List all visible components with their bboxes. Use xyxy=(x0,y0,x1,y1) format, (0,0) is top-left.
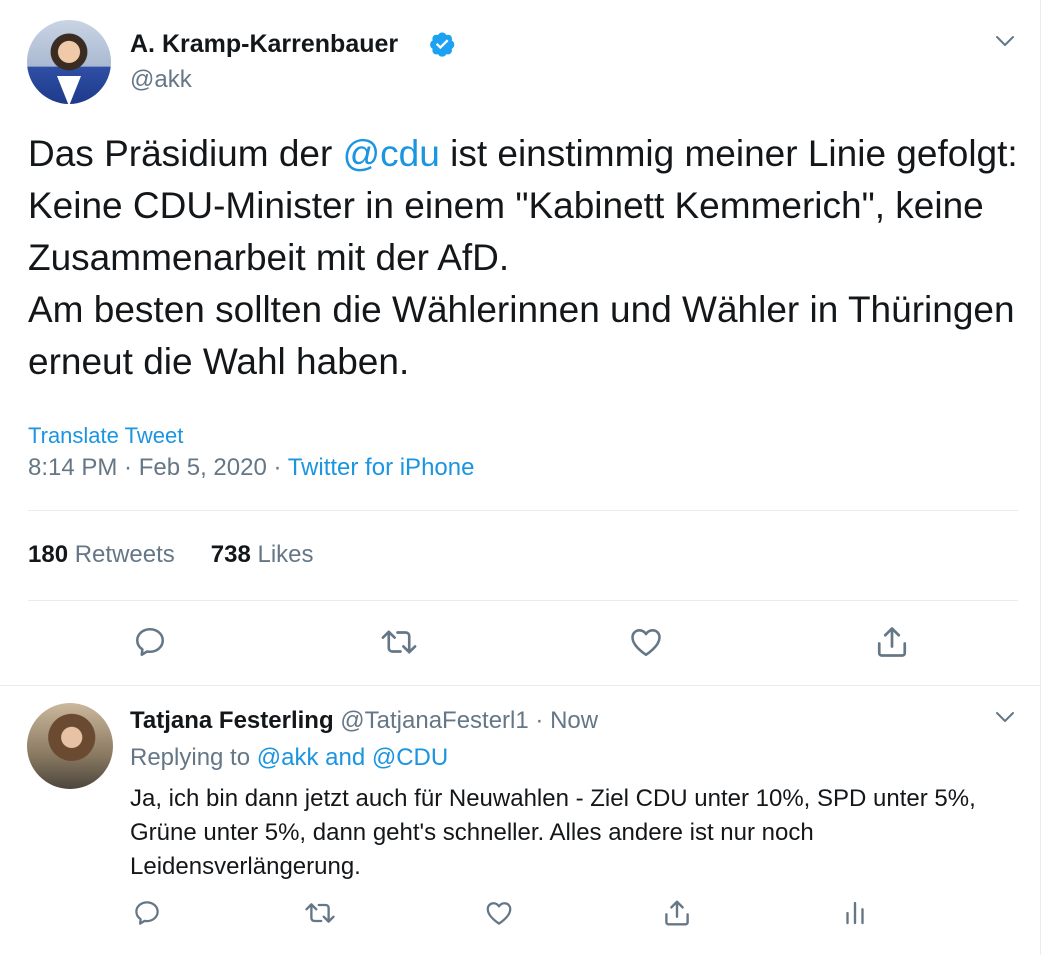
tweet-text-part: Am besten sollten die Wählerinnen und Wä… xyxy=(28,289,1015,382)
timestamp[interactable]: 8:14 PM · Feb 5, 2020 · xyxy=(28,454,288,481)
reply-time[interactable]: · Now xyxy=(529,707,598,734)
retweets-label: Retweets xyxy=(74,541,175,568)
likes-count: 738 xyxy=(210,541,251,568)
mention-link[interactable]: @CDU xyxy=(372,744,448,771)
divider xyxy=(28,600,1018,601)
reply-button[interactable] xyxy=(132,898,162,928)
retweets-stat[interactable]: 180 Retweets xyxy=(28,541,175,568)
replying-and: and xyxy=(318,744,372,771)
reply-icon xyxy=(135,627,165,657)
verified-badge-icon xyxy=(430,32,455,57)
reply-button[interactable] xyxy=(132,624,168,660)
share-icon xyxy=(877,627,907,657)
share-button[interactable] xyxy=(662,898,692,928)
retweet-button[interactable] xyxy=(304,898,336,928)
divider xyxy=(28,510,1018,511)
avatar[interactable] xyxy=(27,703,113,789)
timeline: A. Kramp-Karrenbauer @akk Das Präsidium … xyxy=(0,0,1041,955)
tweet-text: Das Präsidium der @cdu ist einstimmig me… xyxy=(28,128,1018,388)
retweet-icon xyxy=(381,630,417,654)
analytics-button[interactable] xyxy=(840,898,870,928)
tweet-text-part: Das Präsidium der xyxy=(28,133,343,174)
author-handle[interactable]: @akk xyxy=(130,66,192,94)
translate-tweet-link[interactable]: Translate Tweet xyxy=(28,423,183,449)
share-button[interactable] xyxy=(874,624,910,660)
mention-link[interactable]: @cdu xyxy=(343,133,440,174)
reply-text: Ja, ich bin dann jetzt auch für Neuwahle… xyxy=(130,785,976,880)
replying-prefix: Replying to xyxy=(130,744,257,771)
analytics-icon xyxy=(846,901,864,925)
engagement-stats: 180 Retweets 738 Likes xyxy=(28,541,314,569)
tweet-meta: 8:14 PM · Feb 5, 2020 · Twitter for iPho… xyxy=(28,454,474,482)
like-button[interactable] xyxy=(628,624,664,660)
reply-author-name[interactable]: Tatjana Festerling xyxy=(130,707,334,734)
main-tweet: A. Kramp-Karrenbauer @akk Das Präsidium … xyxy=(0,0,1040,686)
mention-link[interactable]: @akk xyxy=(257,744,319,771)
chevron-down-icon[interactable] xyxy=(995,710,1015,724)
likes-label: Likes xyxy=(257,541,314,568)
retweets-count: 180 xyxy=(28,541,69,568)
retweet-icon xyxy=(305,903,335,923)
heart-icon xyxy=(486,902,512,925)
like-button[interactable] xyxy=(484,898,514,928)
heart-icon xyxy=(631,629,661,657)
avatar[interactable] xyxy=(27,20,111,104)
author-name[interactable]: A. Kramp-Karrenbauer xyxy=(130,30,398,59)
reply-tweet[interactable]: Tatjana Festerling @TatjanaFesterl1 · No… xyxy=(0,686,1040,955)
source-link[interactable]: Twitter for iPhone xyxy=(288,454,475,481)
share-icon xyxy=(665,900,689,926)
reply-icon xyxy=(135,901,159,925)
reply-header: Tatjana Festerling @TatjanaFesterl1 · No… xyxy=(130,707,598,735)
likes-stat[interactable]: 738 Likes xyxy=(211,541,314,568)
reply-author-handle[interactable]: @TatjanaFesterl1 xyxy=(340,707,528,734)
replying-to: Replying to @akk and @CDU xyxy=(130,744,448,772)
retweet-button[interactable] xyxy=(380,624,418,660)
chevron-down-icon[interactable] xyxy=(995,34,1015,48)
